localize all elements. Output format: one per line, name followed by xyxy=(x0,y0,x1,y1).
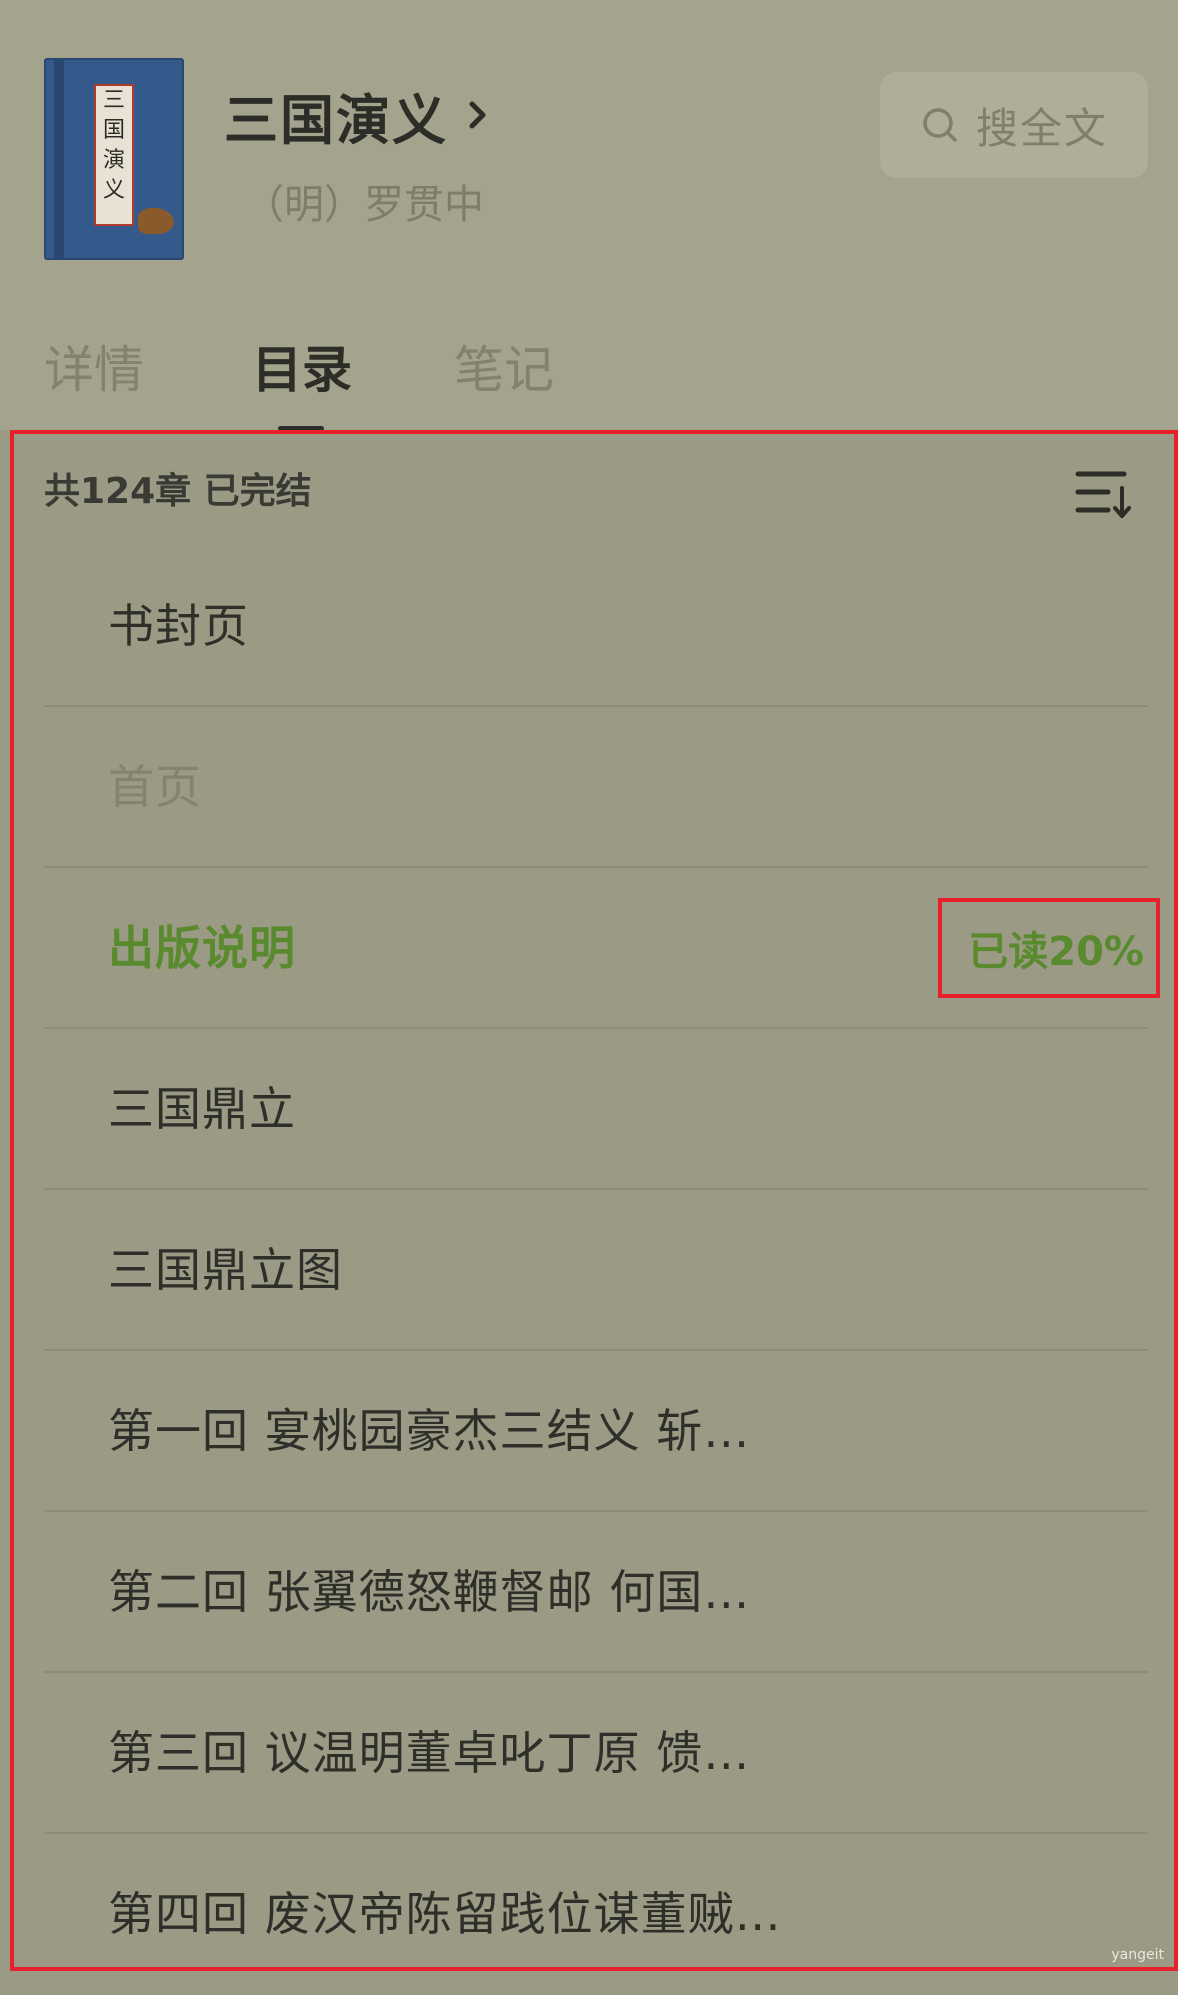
toc-item-label: 第三回 议温明董卓叱丁原 馈… xyxy=(108,1726,751,1780)
cover-spine-band xyxy=(54,60,64,258)
search-button-label: 搜全文 xyxy=(975,103,1108,153)
toc-item-label: 书封页 xyxy=(108,599,249,653)
tab-contents[interactable]: 目录 xyxy=(252,330,352,410)
toc-item-three-kingdoms-map[interactable]: 三国鼎立图 xyxy=(0,1190,1178,1351)
cover-slip-char: 国 xyxy=(102,118,125,143)
toc-item-chapter-2[interactable]: 第二回 张翼德怒鞭督邮 何国… xyxy=(0,1512,1178,1673)
toc-item-label: 第二回 张翼德怒鞭督邮 何国… xyxy=(108,1565,751,1619)
tab-bar: 详情 目录 笔记 xyxy=(0,330,1178,410)
cover-slip-char: 演 xyxy=(102,148,125,173)
toc-item-label: 三国鼎立 xyxy=(108,1082,296,1136)
chevron-right-icon xyxy=(469,101,486,129)
search-full-text-button[interactable]: 搜全文 xyxy=(880,72,1148,178)
sort-descending-icon[interactable] xyxy=(1074,466,1134,522)
tab-notes[interactable]: 笔记 xyxy=(454,330,554,410)
tab-details[interactable]: 详情 xyxy=(44,330,144,410)
toc-item-label: 第一回 宴桃园豪杰三结义 斩… xyxy=(108,1404,751,1458)
toc-summary: 共124章 已完结 xyxy=(44,471,312,512)
toc-item-cover-page[interactable]: 书封页 xyxy=(0,546,1178,707)
book-author: （明）罗贯中 xyxy=(244,182,484,228)
toc-item-chapter-3[interactable]: 第三回 议温明董卓叱丁原 馈… xyxy=(0,1673,1178,1834)
cover-seal xyxy=(138,208,174,234)
toc-item-label: 出版说明 xyxy=(108,921,296,975)
toc-item-chapter-1[interactable]: 第一回 宴桃园豪杰三结义 斩… xyxy=(0,1351,1178,1512)
cover-slip-char: 三 xyxy=(102,88,125,113)
cover-slip-char: 义 xyxy=(102,178,125,203)
toc-item-three-kingdoms[interactable]: 三国鼎立 xyxy=(0,1029,1178,1190)
search-icon xyxy=(923,108,957,142)
book-title: 三国演义 xyxy=(224,88,448,152)
reading-progress-badge: 已读20% xyxy=(938,898,1160,998)
cover-title-slip: 三 国 演 义 xyxy=(94,84,134,226)
toc-item-home-page[interactable]: 首页 xyxy=(0,707,1178,868)
book-cover-image[interactable]: 三 国 演 义 xyxy=(44,58,184,260)
toc-item-label: 首页 xyxy=(108,760,202,814)
book-title-link[interactable]: 三国演义 xyxy=(224,82,488,152)
watermark: yangeit xyxy=(1111,1947,1164,1963)
toc-item-label: 三国鼎立图 xyxy=(108,1243,343,1297)
